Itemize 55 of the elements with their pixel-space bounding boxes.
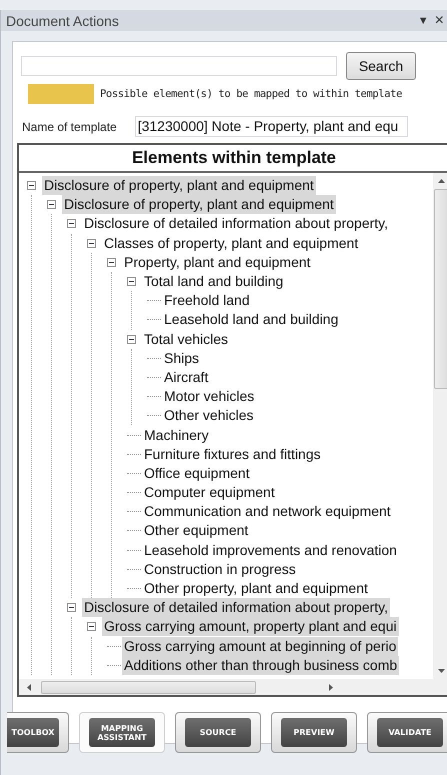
tree-item[interactable]: Additions other than through business comb xyxy=(122,656,400,675)
legend-text: Possible element(s) to be mapped to within template xyxy=(100,88,402,100)
collapse-icon[interactable] xyxy=(127,277,138,286)
tree-item[interactable]: Aircraft xyxy=(162,368,210,387)
scroll-right-icon[interactable] xyxy=(329,684,333,690)
tree-item[interactable]: Other vehicles xyxy=(162,406,256,426)
panel-title: Document Actions xyxy=(6,12,119,28)
scroll-down-icon[interactable] xyxy=(438,669,444,673)
tree-item[interactable]: Ships xyxy=(162,348,202,368)
collapse-icon[interactable] xyxy=(107,258,118,267)
collapse-icon[interactable] xyxy=(87,622,98,632)
tree-item[interactable]: Other property, plant and equipment xyxy=(142,579,370,598)
action-button[interactable]: VALIDATE xyxy=(367,712,447,753)
tree-item[interactable]: Motor vehicles xyxy=(162,387,256,406)
vertical-scrollbar[interactable] xyxy=(433,173,447,679)
tree-item[interactable]: Communication and network equipment xyxy=(142,502,393,522)
search-field[interactable] xyxy=(21,56,337,76)
tree-item[interactable]: Office equipment xyxy=(142,464,252,483)
tree-item[interactable]: Construction in progress xyxy=(142,560,298,579)
scroll-left-icon[interactable] xyxy=(27,684,31,690)
collapse-icon[interactable] xyxy=(127,334,138,344)
collapse-icon[interactable] xyxy=(67,219,78,228)
action-button[interactable]: TOOLBOX xyxy=(7,712,69,753)
template-label: Name of template xyxy=(22,120,117,134)
action-button[interactable]: SOURCE xyxy=(175,712,261,753)
tree-item[interactable]: Property, plant and equipment xyxy=(122,252,313,272)
tree-header: Elements within template xyxy=(19,145,447,173)
tree-item[interactable]: Disclosure of property, plant and equipment xyxy=(42,176,316,196)
tree-item[interactable]: Total land and building xyxy=(142,272,286,292)
scroll-up-icon[interactable] xyxy=(438,179,444,183)
template-name-field[interactable]: [31230000] Note - Property, plant and equ xyxy=(134,116,408,137)
tree-item[interactable]: Disclosure of detailed information about property, xyxy=(82,598,390,618)
collapse-icon[interactable] xyxy=(87,238,98,248)
tree-item[interactable]: Disclosure of property, plant and equipment xyxy=(62,195,336,214)
collapse-icon[interactable] xyxy=(27,181,38,190)
search-button[interactable]: Search xyxy=(346,52,416,80)
tree-item[interactable]: Leasehold improvements and renovation xyxy=(142,540,399,560)
horizontal-scrollbar[interactable] xyxy=(19,679,447,695)
tree-item[interactable]: Disclosure of detailed information about property, xyxy=(82,214,390,234)
collapse-icon[interactable] xyxy=(67,603,78,612)
close-icon[interactable]: × xyxy=(434,12,444,30)
dropdown-icon[interactable]: ▼ xyxy=(418,14,429,26)
action-button[interactable]: MAPPING ASSISTANT xyxy=(79,712,165,753)
tree-item[interactable]: Leasehold land and building xyxy=(162,310,340,330)
tree-item[interactable]: Other equipment xyxy=(142,521,250,540)
tree-item[interactable]: Classes of property, plant and equipment xyxy=(102,234,360,253)
tree-item[interactable]: Furniture fixtures and fittings xyxy=(142,444,323,464)
action-button[interactable]: PREVIEW xyxy=(271,712,357,753)
tree-item[interactable]: Machinery xyxy=(142,426,211,445)
tree-item[interactable]: Gross carrying amount, property plant and equi xyxy=(102,617,399,636)
collapse-icon[interactable] xyxy=(47,200,58,210)
tree-item[interactable]: Freehold land xyxy=(162,291,252,310)
tree-item[interactable]: Computer equipment xyxy=(142,483,277,502)
tree-item[interactable]: Total vehicles xyxy=(142,330,230,349)
tree-item[interactable]: Gross carrying amount at beginning of perio xyxy=(122,636,398,656)
